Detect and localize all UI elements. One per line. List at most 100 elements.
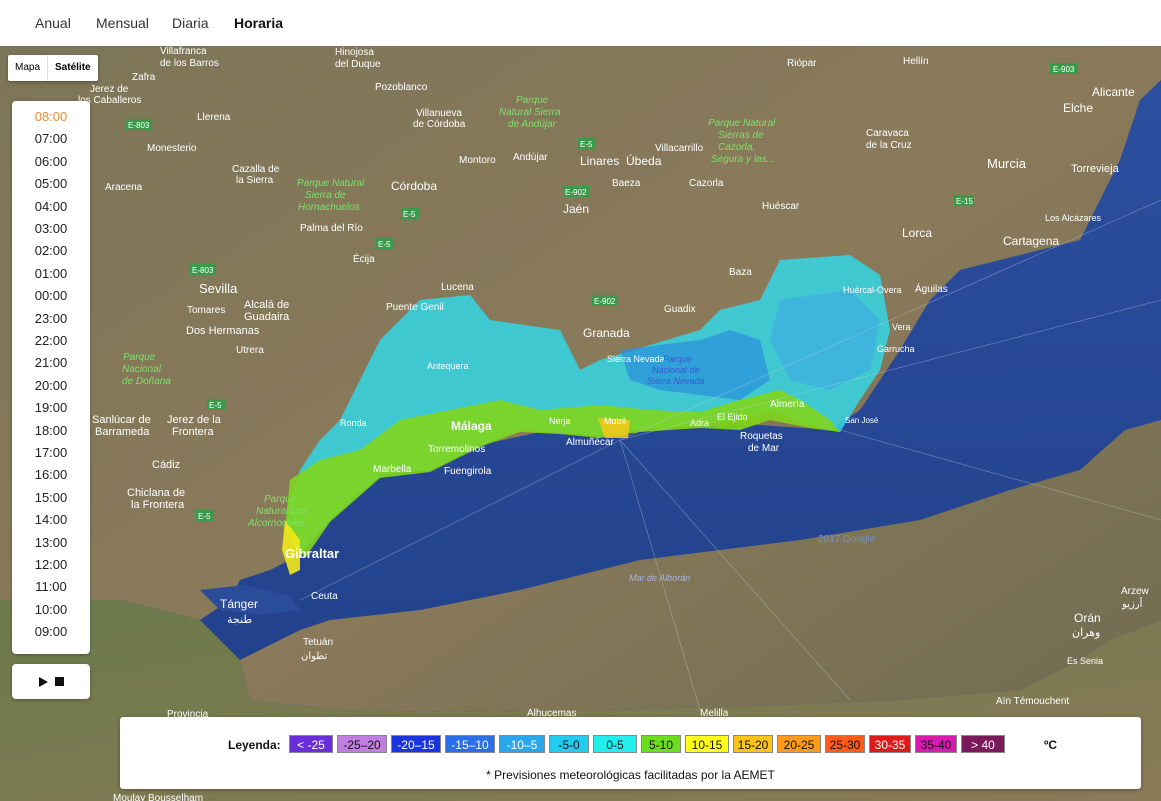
svg-text:Tetuán: Tetuán bbox=[303, 637, 333, 648]
hour-item[interactable]: 02:00 bbox=[12, 243, 90, 258]
map-type-mapa[interactable]: Mapa bbox=[8, 55, 47, 81]
tab-diaria[interactable]: Diaria bbox=[172, 15, 209, 31]
svg-text:Sanlúcar de: Sanlúcar de bbox=[92, 414, 151, 426]
hour-item[interactable]: 13:00 bbox=[12, 535, 90, 550]
svg-text:Tánger: Tánger bbox=[220, 597, 258, 611]
hour-item[interactable]: 21:00 bbox=[12, 355, 90, 370]
svg-text:Huéscar: Huéscar bbox=[762, 201, 800, 212]
svg-text:Torrevieja: Torrevieja bbox=[1071, 163, 1120, 175]
legend-swatch: 30-35 bbox=[869, 735, 911, 753]
svg-text:Cádiz: Cádiz bbox=[152, 459, 180, 471]
hour-item[interactable]: 16:00 bbox=[12, 467, 90, 482]
svg-text:Roquetas: Roquetas bbox=[740, 431, 783, 442]
svg-text:Alcalá de: Alcalá de bbox=[244, 299, 289, 311]
svg-text:de Córdoba: de Córdoba bbox=[413, 119, 466, 130]
svg-text:Puente Genil: Puente Genil bbox=[386, 302, 444, 313]
hour-item[interactable]: 19:00 bbox=[12, 400, 90, 415]
play-icon[interactable] bbox=[39, 677, 48, 687]
hour-item[interactable]: 01:00 bbox=[12, 266, 90, 281]
svg-text:Segura y las...: Segura y las... bbox=[711, 154, 775, 165]
svg-text:Huércal-Overa: Huércal-Overa bbox=[843, 285, 902, 295]
hour-item[interactable]: 20:00 bbox=[12, 378, 90, 393]
svg-text:Garrucha: Garrucha bbox=[877, 344, 915, 354]
svg-text:Guadaira: Guadaira bbox=[244, 311, 290, 323]
svg-text:Lucena: Lucena bbox=[441, 282, 474, 293]
tab-mensual[interactable]: Mensual bbox=[96, 15, 149, 31]
svg-text:El Ejido: El Ejido bbox=[717, 412, 748, 422]
legend-title: Leyenda: bbox=[228, 738, 281, 752]
svg-text:Úbeda: Úbeda bbox=[626, 153, 662, 168]
hour-item[interactable]: 14:00 bbox=[12, 512, 90, 527]
svg-text:Antequera: Antequera bbox=[427, 361, 469, 371]
legend-swatch: 15-20 bbox=[733, 735, 773, 753]
svg-text:Sierra de: Sierra de bbox=[305, 190, 346, 201]
legend-swatch: < -25 bbox=[289, 735, 333, 753]
svg-text:Parque: Parque bbox=[516, 95, 549, 106]
hour-item[interactable]: 06:00 bbox=[12, 154, 90, 169]
svg-text:Parque Natural: Parque Natural bbox=[297, 178, 365, 189]
svg-text:طنجة: طنجة bbox=[227, 614, 252, 626]
hour-item[interactable]: 09:00 bbox=[12, 624, 90, 639]
hour-item[interactable]: 12:00 bbox=[12, 557, 90, 572]
map-copyright: 2017 Google bbox=[818, 534, 876, 545]
legend-swatch: -10–5 bbox=[499, 735, 545, 753]
hour-item[interactable]: 00:00 bbox=[12, 288, 90, 303]
tab-horaria[interactable]: Horaria bbox=[234, 15, 283, 31]
hour-item[interactable]: 11:00 bbox=[12, 579, 90, 594]
svg-text:Montoro: Montoro bbox=[459, 155, 496, 166]
svg-text:E-5: E-5 bbox=[198, 512, 211, 521]
svg-text:تطوان: تطوان bbox=[301, 651, 327, 662]
svg-text:Villafranca: Villafranca bbox=[160, 46, 207, 57]
svg-text:Alcornocales: Alcornocales bbox=[247, 518, 305, 529]
svg-text:Cartagena: Cartagena bbox=[1003, 234, 1059, 248]
svg-text:Baza: Baza bbox=[729, 267, 752, 278]
hour-item[interactable]: 08:00 bbox=[12, 109, 90, 124]
legend-swatch: -25–20 bbox=[337, 735, 387, 753]
svg-text:de la Cruz: de la Cruz bbox=[866, 140, 912, 151]
map-type-satellite[interactable]: Satélite bbox=[47, 55, 98, 81]
svg-text:Hellín: Hellín bbox=[903, 56, 929, 67]
svg-text:Vera: Vera bbox=[892, 322, 911, 332]
svg-text:Villacarrillo: Villacarrillo bbox=[655, 143, 704, 154]
legend-swatch: -5-0 bbox=[549, 735, 589, 753]
svg-text:Barrameda: Barrameda bbox=[95, 426, 150, 438]
svg-text:Málaga: Málaga bbox=[451, 419, 492, 433]
svg-text:Parque: Parque bbox=[264, 494, 297, 505]
svg-text:Llerena: Llerena bbox=[197, 112, 231, 123]
svg-text:Parque: Parque bbox=[663, 354, 692, 364]
stop-icon[interactable] bbox=[55, 677, 64, 686]
svg-text:Fuengirola: Fuengirola bbox=[444, 466, 492, 477]
legend-swatch: 10-15 bbox=[685, 735, 729, 753]
hour-item[interactable]: 17:00 bbox=[12, 445, 90, 460]
svg-text:Adra: Adra bbox=[690, 418, 709, 428]
hour-item[interactable]: 22:00 bbox=[12, 333, 90, 348]
svg-text:Caravaca: Caravaca bbox=[866, 128, 909, 139]
tab-anual[interactable]: Anual bbox=[35, 15, 71, 31]
svg-text:Linares: Linares bbox=[580, 154, 619, 168]
svg-text:Los Alcázares: Los Alcázares bbox=[1045, 213, 1102, 223]
hour-item[interactable]: 10:00 bbox=[12, 602, 90, 617]
svg-text:Motril: Motril bbox=[604, 416, 626, 426]
hour-item[interactable]: 23:00 bbox=[12, 311, 90, 326]
svg-text:Nacional de: Nacional de bbox=[652, 365, 700, 375]
svg-text:Almería: Almería bbox=[770, 399, 805, 410]
svg-text:Sierras de: Sierras de bbox=[718, 130, 764, 141]
hour-item[interactable]: 04:00 bbox=[12, 199, 90, 214]
svg-text:E-803: E-803 bbox=[192, 266, 214, 275]
hour-item[interactable]: 05:00 bbox=[12, 176, 90, 191]
svg-text:Gibraltar: Gibraltar bbox=[285, 546, 339, 561]
hour-item[interactable]: 07:00 bbox=[12, 131, 90, 146]
satellite-map[interactable]: Villafranca de los Barros Hinojosa del Duq… bbox=[0, 46, 1161, 801]
svg-text:E-903: E-903 bbox=[1053, 65, 1075, 74]
hour-item[interactable]: 18:00 bbox=[12, 423, 90, 438]
hour-item[interactable]: 03:00 bbox=[12, 221, 90, 236]
svg-text:E-902: E-902 bbox=[565, 188, 587, 197]
legend-swatch: -20–15 bbox=[391, 735, 441, 753]
hour-item[interactable]: 15:00 bbox=[12, 490, 90, 505]
legend-swatch: 35-40 bbox=[915, 735, 957, 753]
svg-text:Moulay Bousselham: Moulay Bousselham bbox=[113, 793, 203, 801]
svg-text:Nacional: Nacional bbox=[122, 364, 162, 375]
svg-text:Elche: Elche bbox=[1063, 101, 1093, 115]
svg-text:Sierra Nevada: Sierra Nevada bbox=[607, 354, 665, 364]
svg-text:Tomares: Tomares bbox=[187, 305, 225, 316]
